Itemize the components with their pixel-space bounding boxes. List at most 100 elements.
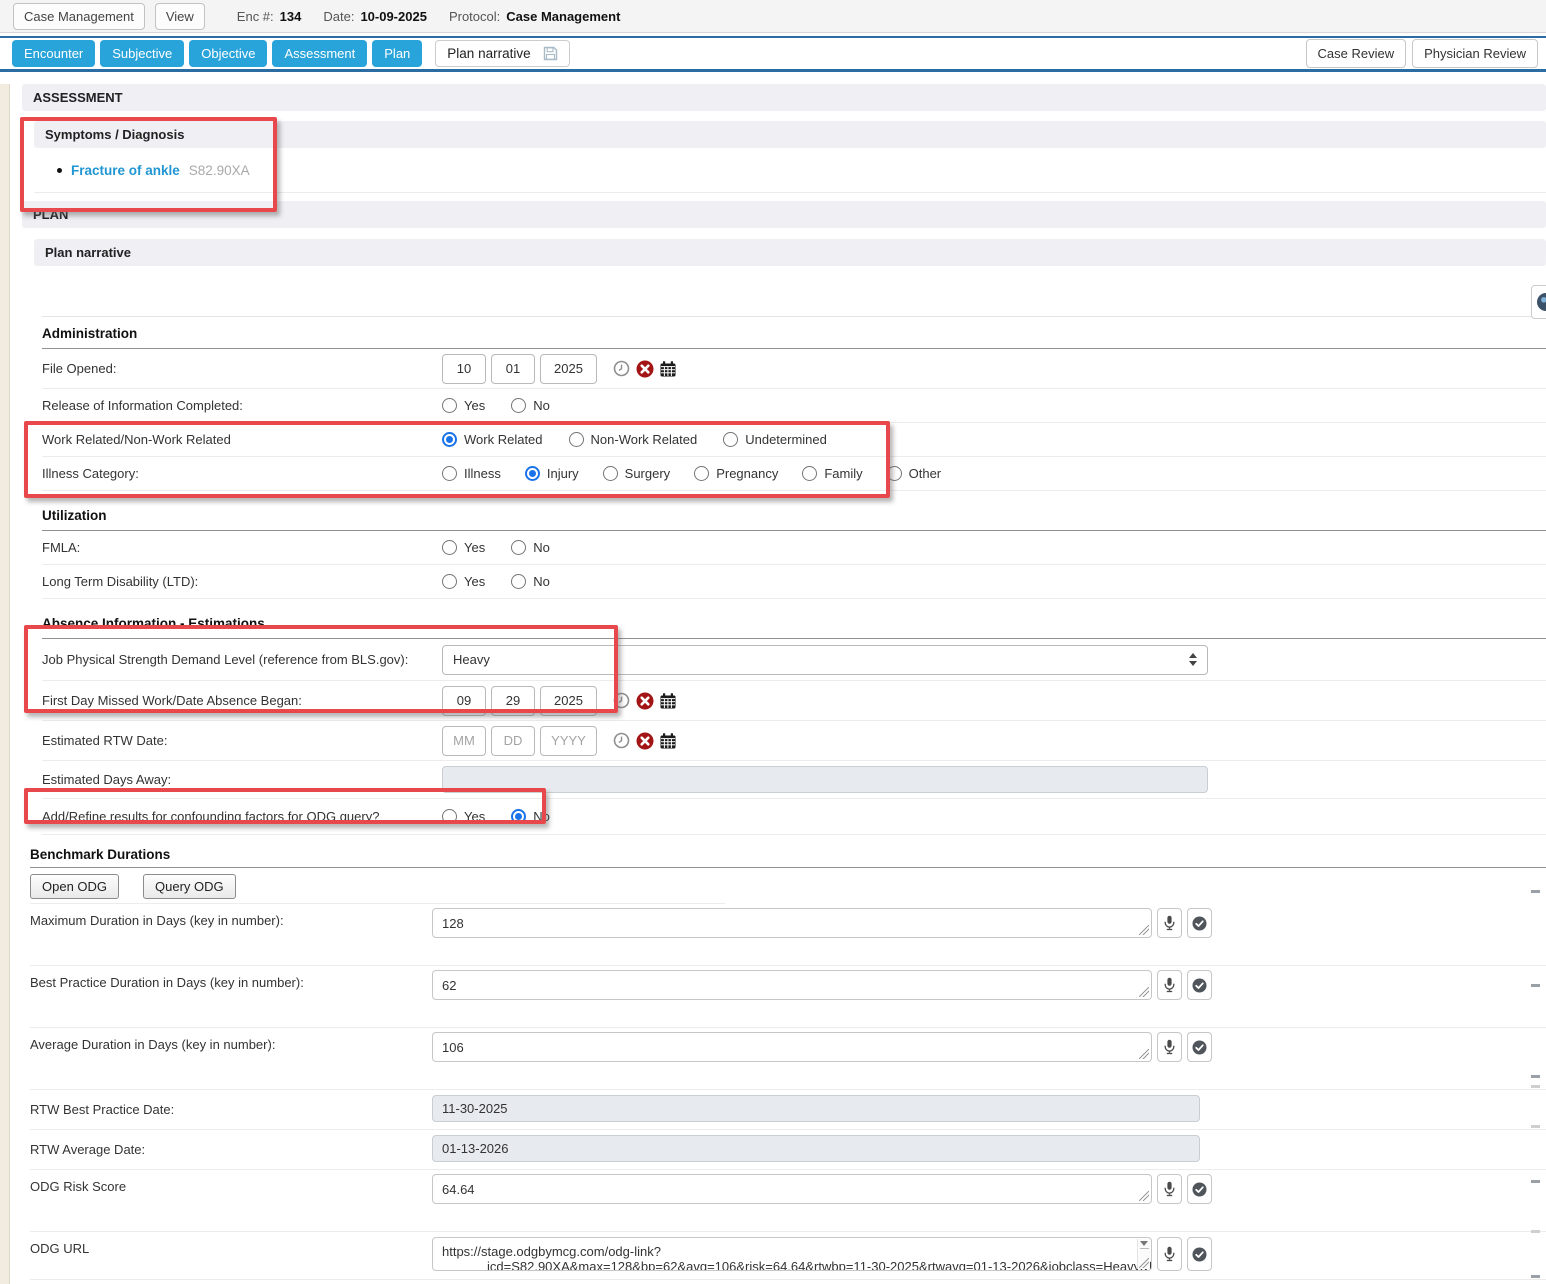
non-work-related-radio[interactable]: Non-Work Related bbox=[569, 432, 698, 447]
surgery-radio[interactable]: Surgery bbox=[603, 466, 671, 481]
case-management-screen: Case Management View Enc #: 134 Date: 10… bbox=[0, 0, 1546, 1284]
resize-grip-icon[interactable] bbox=[1139, 925, 1149, 935]
estimated-rtw-row: Estimated RTW Date: bbox=[42, 721, 1546, 761]
left-margin-strip bbox=[0, 84, 10, 1284]
resize-grip-icon[interactable] bbox=[1139, 1258, 1149, 1268]
file-opened-month-input[interactable] bbox=[442, 354, 486, 384]
confirm-button[interactable] bbox=[1187, 970, 1212, 1000]
resize-grip-icon[interactable] bbox=[1139, 1191, 1149, 1201]
file-opened-label: File Opened: bbox=[42, 361, 442, 376]
injury-radio[interactable]: Injury bbox=[525, 466, 579, 481]
plan-narrative-button[interactable]: Plan narrative bbox=[435, 40, 569, 67]
best-practice-value: 62 bbox=[442, 978, 456, 993]
protocol-value: Case Management bbox=[506, 9, 620, 24]
symptoms-diagnosis-header: Symptoms / Diagnosis bbox=[34, 121, 1546, 148]
calendar-icon[interactable] bbox=[660, 693, 676, 709]
family-radio[interactable]: Family bbox=[802, 466, 862, 481]
tab-assessment[interactable]: Assessment bbox=[272, 40, 367, 67]
mic-button[interactable] bbox=[1157, 970, 1182, 1000]
save-icon[interactable] bbox=[543, 46, 558, 61]
radio-label: Yes bbox=[464, 809, 485, 824]
mic-button[interactable] bbox=[1157, 1174, 1182, 1204]
clock-icon[interactable] bbox=[613, 692, 630, 709]
assessment-section-header: ASSESSMENT bbox=[22, 84, 1546, 111]
clock-icon[interactable] bbox=[613, 360, 630, 377]
odg-risk-score-input[interactable]: 64.64 bbox=[432, 1174, 1152, 1204]
diagnosis-link[interactable]: Fracture of ankle bbox=[71, 163, 180, 178]
work-related-row: Work Related/Non-Work Related Work Relat… bbox=[42, 423, 1546, 457]
confounding-yes-radio[interactable]: Yes bbox=[442, 809, 485, 824]
case-management-button[interactable]: Case Management bbox=[13, 3, 145, 30]
best-practice-input[interactable]: 62 bbox=[432, 970, 1152, 1000]
resize-grip-icon[interactable] bbox=[1139, 1049, 1149, 1059]
top-toolbar: Case Management View Enc #: 134 Date: 10… bbox=[0, 0, 1546, 33]
clear-date-icon[interactable] bbox=[636, 692, 654, 710]
tab-subjective[interactable]: Subjective bbox=[100, 40, 184, 67]
fmla-no-radio[interactable]: No bbox=[511, 540, 550, 555]
radio-label: Yes bbox=[464, 540, 485, 555]
rtw-year-input[interactable] bbox=[540, 726, 597, 756]
other-radio[interactable]: Other bbox=[887, 466, 942, 481]
ltd-no-radio[interactable]: No bbox=[511, 574, 550, 589]
ltd-yes-radio[interactable]: Yes bbox=[442, 574, 485, 589]
narrative-tool-button[interactable] bbox=[1531, 285, 1546, 319]
first-day-year-input[interactable] bbox=[540, 686, 597, 716]
first-day-month-input[interactable] bbox=[442, 686, 486, 716]
resize-grip-icon[interactable] bbox=[1139, 987, 1149, 997]
confirm-button[interactable] bbox=[1187, 1174, 1212, 1204]
illness-radio[interactable]: Illness bbox=[442, 466, 501, 481]
avg-duration-input[interactable]: 106 bbox=[432, 1032, 1152, 1062]
physician-review-button[interactable]: Physician Review bbox=[1412, 39, 1538, 68]
rtw-average-value: 01-13-2026 bbox=[442, 1141, 509, 1156]
enc-label: Enc #: bbox=[237, 9, 274, 24]
confounding-no-radio[interactable]: No bbox=[511, 809, 550, 824]
estimated-days-away-field bbox=[442, 766, 1208, 793]
mic-button[interactable] bbox=[1157, 1237, 1182, 1271]
clear-date-icon[interactable] bbox=[636, 360, 654, 378]
mic-button[interactable] bbox=[1157, 1032, 1182, 1062]
query-odg-button[interactable]: Query ODG bbox=[143, 874, 236, 899]
work-related-radio[interactable]: Work Related bbox=[442, 432, 543, 447]
avg-duration-value: 106 bbox=[442, 1040, 464, 1055]
job-demand-value: Heavy bbox=[453, 652, 490, 667]
open-odg-button[interactable]: Open ODG bbox=[30, 874, 119, 899]
tab-plan[interactable]: Plan bbox=[372, 40, 422, 67]
file-opened-day-input[interactable] bbox=[491, 354, 535, 384]
calendar-icon[interactable] bbox=[660, 361, 676, 377]
first-day-day-input[interactable] bbox=[491, 686, 535, 716]
rtw-day-input[interactable] bbox=[491, 726, 535, 756]
radio-off-icon bbox=[694, 466, 709, 481]
confirm-button[interactable] bbox=[1187, 1237, 1212, 1271]
release-no-radio[interactable]: No bbox=[511, 398, 550, 413]
bullet-icon bbox=[57, 168, 62, 173]
odg-url-input[interactable]: https://stage.odgbymcg.com/odg-link? icd… bbox=[432, 1237, 1152, 1271]
radio-off-icon bbox=[442, 398, 457, 413]
radio-off-icon bbox=[442, 466, 457, 481]
tab-bar: Encounter Subjective Objective Assessmen… bbox=[0, 36, 1546, 72]
release-yes-radio[interactable]: Yes bbox=[442, 398, 485, 413]
mic-button[interactable] bbox=[1157, 908, 1182, 938]
radio-off-icon bbox=[887, 466, 902, 481]
job-demand-select[interactable]: Heavy bbox=[442, 645, 1208, 675]
rtw-average-row: RTW Average Date: 01-13-2026 bbox=[30, 1130, 1546, 1170]
rtw-month-input[interactable] bbox=[442, 726, 486, 756]
file-opened-year-input[interactable] bbox=[540, 354, 597, 384]
scroll-down-icon[interactable] bbox=[1140, 1241, 1148, 1246]
calendar-icon[interactable] bbox=[660, 733, 676, 749]
work-related-label: Work Related/Non-Work Related bbox=[42, 432, 442, 447]
max-duration-label: Maximum Duration in Days (key in number)… bbox=[30, 904, 432, 928]
clear-date-icon[interactable] bbox=[636, 732, 654, 750]
tab-encounter[interactable]: Encounter bbox=[12, 40, 95, 67]
tab-objective[interactable]: Objective bbox=[189, 40, 267, 67]
view-button[interactable]: View bbox=[155, 3, 205, 30]
symptoms-diagnosis-title: Symptoms / Diagnosis bbox=[45, 127, 184, 142]
odg-risk-score-row: ODG Risk Score 64.64 bbox=[30, 1170, 1546, 1232]
undetermined-radio[interactable]: Undetermined bbox=[723, 432, 827, 447]
max-duration-input[interactable]: 128 bbox=[432, 908, 1152, 938]
case-review-button[interactable]: Case Review bbox=[1306, 39, 1407, 68]
pregnancy-radio[interactable]: Pregnancy bbox=[694, 466, 778, 481]
fmla-yes-radio[interactable]: Yes bbox=[442, 540, 485, 555]
confirm-button[interactable] bbox=[1187, 908, 1212, 938]
clock-icon[interactable] bbox=[613, 732, 630, 749]
confirm-button[interactable] bbox=[1187, 1032, 1212, 1062]
